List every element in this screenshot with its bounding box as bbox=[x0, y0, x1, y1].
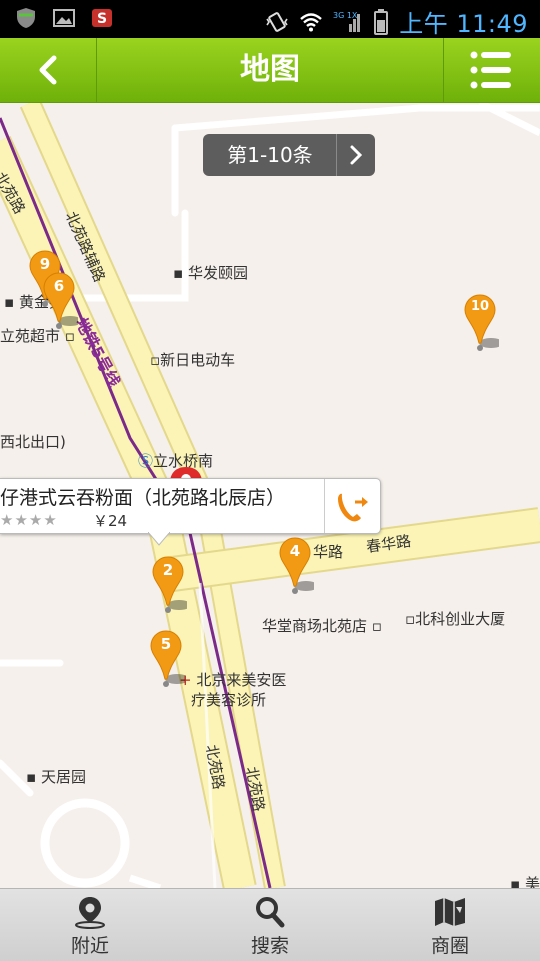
svg-text:S: S bbox=[97, 11, 107, 27]
tab-nearby[interactable]: 附近 bbox=[0, 889, 180, 961]
map-pin[interactable]: 10 bbox=[463, 293, 503, 353]
chevron-right-icon bbox=[350, 145, 363, 165]
poi-label[interactable]: 疗美容诊所 bbox=[191, 689, 266, 710]
pager-next-button[interactable] bbox=[336, 134, 375, 176]
result-pager[interactable]: 第1-10条 bbox=[203, 134, 375, 176]
title-bar: 地图 bbox=[0, 38, 540, 103]
vibrate-icon bbox=[266, 11, 288, 32]
pin-number: 5 bbox=[160, 635, 172, 653]
poi-label[interactable]: ▫北科创业大厦 bbox=[405, 608, 505, 629]
shield-icon bbox=[17, 8, 35, 28]
clock: 上午 11:49 bbox=[399, 10, 528, 38]
battery-icon bbox=[374, 8, 389, 35]
back-button[interactable] bbox=[0, 38, 97, 102]
rating-stars: ★★★★ bbox=[0, 511, 58, 529]
signal-icon: 3G 1X bbox=[333, 11, 361, 32]
poi-price: ￥24 bbox=[93, 512, 128, 530]
chevron-left-icon bbox=[39, 55, 57, 85]
map-pin[interactable]: 2 bbox=[151, 555, 191, 615]
location-pin-icon bbox=[75, 897, 105, 929]
list-icon bbox=[470, 51, 511, 89]
tab-label: 商圈 bbox=[430, 935, 469, 957]
pager-label: 第1-10条 bbox=[227, 143, 313, 167]
tab-label: 附近 bbox=[70, 935, 109, 957]
poi-label[interactable]: ▪ 天居园 bbox=[26, 766, 86, 787]
poi-label[interactable]: 华堂商场北苑店 ▫ bbox=[262, 615, 382, 636]
poi-label[interactable]: + 北京来美安医 bbox=[179, 669, 286, 690]
pin-number: 4 bbox=[289, 542, 301, 560]
tab-label: 搜索 bbox=[250, 935, 289, 957]
poi-label[interactable]: 西北出口) bbox=[0, 431, 66, 452]
map-view[interactable]: 第1-10条 北苑路 北苑路辅路 地铁5号线 华路 春华路 北苑路 北苑路 ▪ … bbox=[0, 103, 540, 888]
call-button[interactable] bbox=[324, 479, 380, 533]
map-pin[interactable]: 5 bbox=[149, 629, 189, 689]
road-label: 华路 bbox=[313, 543, 344, 561]
pin-number: 6 bbox=[53, 277, 65, 295]
map-pin[interactable]: 4 bbox=[278, 536, 318, 596]
app-s-icon: S bbox=[92, 9, 112, 27]
pin-number: 2 bbox=[162, 561, 174, 579]
poi-label[interactable]: ▫新日电动车 bbox=[150, 349, 235, 370]
bottom-tab-bar: 附近 搜索 商圈 bbox=[0, 888, 540, 961]
info-window-pointer bbox=[148, 532, 170, 546]
poi-label[interactable]: ▪ 华发颐园 bbox=[173, 262, 248, 283]
tab-business-district[interactable]: 商圈 bbox=[360, 889, 540, 961]
network-label: 3G 1X bbox=[333, 11, 358, 20]
map-area-icon bbox=[435, 898, 465, 926]
page-title: 地图 bbox=[240, 52, 300, 87]
tab-search[interactable]: 搜索 bbox=[180, 889, 360, 961]
phone-icon bbox=[338, 493, 368, 522]
poi-info-window[interactable]: 仔港式云吞粉面（北苑路北辰店） ★★★★ ￥24 bbox=[0, 478, 381, 546]
poi-label[interactable]: ▪ 美 bbox=[510, 873, 540, 888]
wifi-icon bbox=[300, 12, 323, 31]
status-bar: S 3G 1X 上午 11:49 bbox=[0, 0, 540, 38]
search-icon bbox=[256, 897, 285, 928]
image-icon bbox=[53, 9, 75, 27]
list-menu-button[interactable] bbox=[443, 38, 540, 102]
pin-number: 10 bbox=[470, 299, 490, 314]
map-pin[interactable]: 6 bbox=[42, 271, 82, 331]
poi-name: 仔港式云吞粉面（北苑路北辰店） bbox=[0, 487, 286, 509]
